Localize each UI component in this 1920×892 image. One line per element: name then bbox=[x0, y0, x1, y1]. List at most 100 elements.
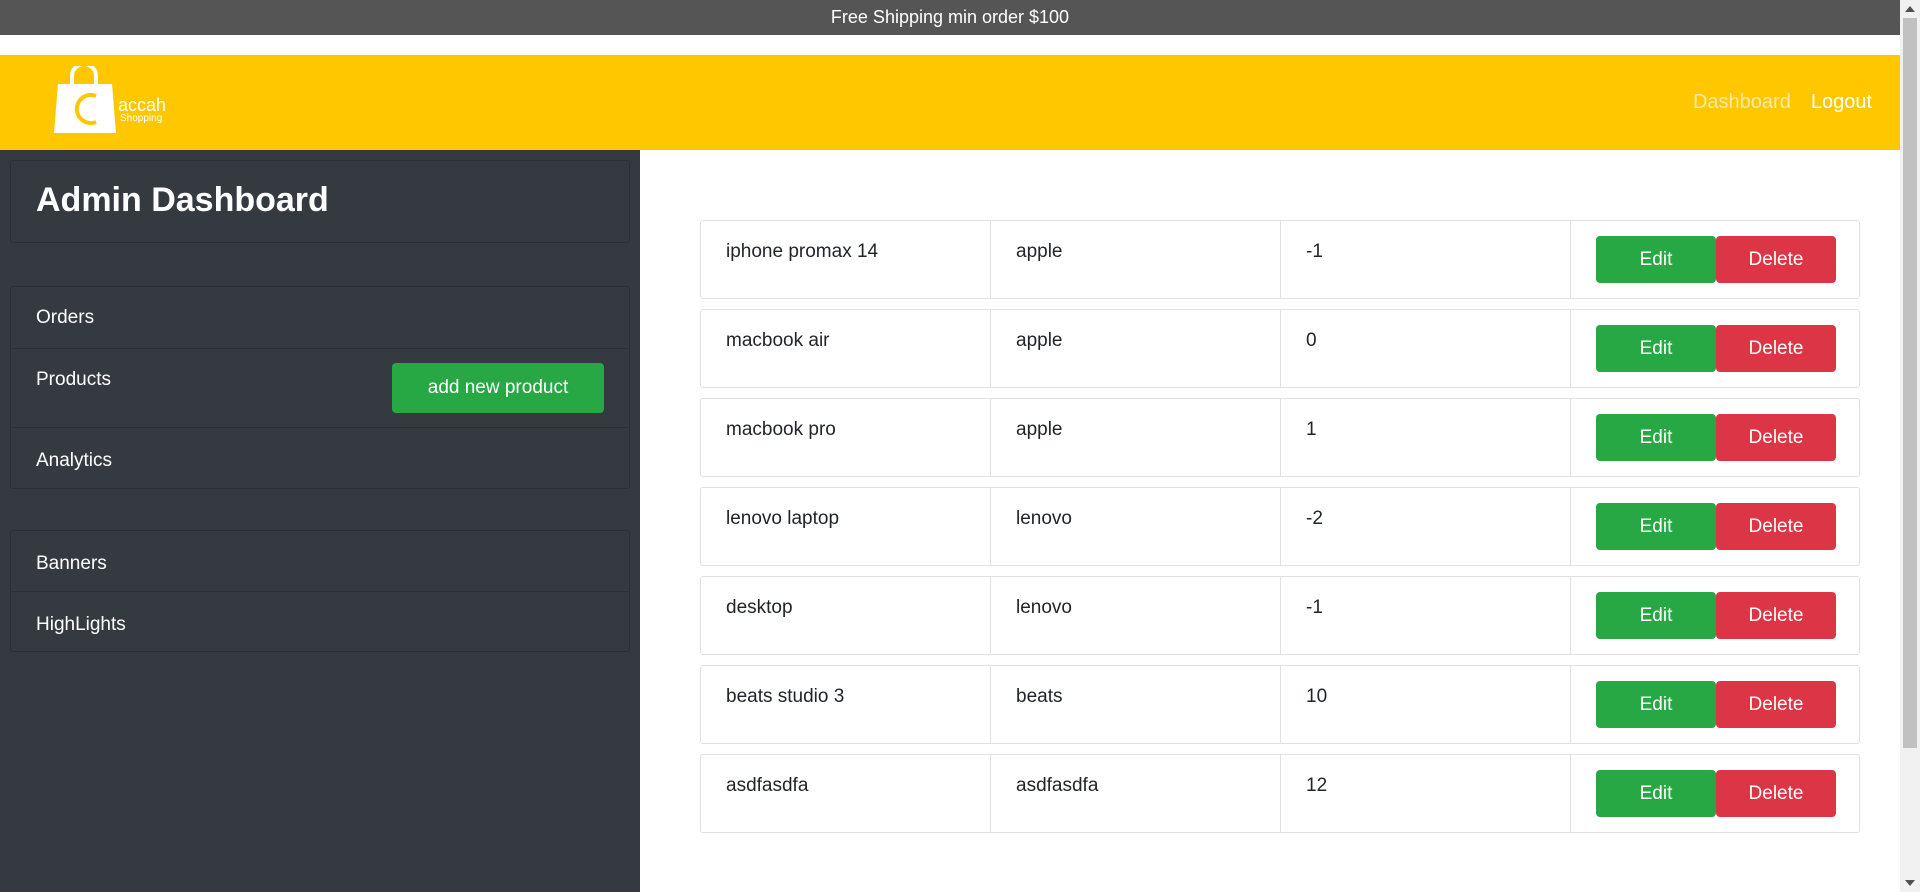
product-name: macbook air bbox=[726, 330, 830, 351]
product-row: lenovo laptop lenovo -2 Edit Delete bbox=[700, 487, 1860, 566]
product-brand: apple bbox=[1016, 419, 1063, 440]
add-product-button[interactable]: add new product bbox=[392, 363, 604, 413]
product-name-cell: beats studio 3 bbox=[701, 666, 991, 743]
brand-logo[interactable]: accah Shopping bbox=[52, 66, 182, 136]
product-name-cell: iphone promax 14 bbox=[701, 221, 991, 298]
edit-button[interactable]: Edit bbox=[1596, 325, 1716, 372]
sidebar-item-label: Banners bbox=[36, 553, 107, 574]
page-title: Admin Dashboard bbox=[36, 181, 329, 219]
sidebar-item-products[interactable]: Products add new product bbox=[11, 349, 629, 428]
product-brand-cell: lenovo bbox=[991, 488, 1281, 565]
sidebar-group-content: Banners HighLights bbox=[10, 530, 630, 652]
vertical-scrollbar[interactable] bbox=[1900, 0, 1920, 892]
product-name-cell: desktop bbox=[701, 577, 991, 654]
brand-tagline: Shopping bbox=[120, 113, 163, 124]
edit-button[interactable]: Edit bbox=[1596, 414, 1716, 461]
delete-button[interactable]: Delete bbox=[1716, 325, 1836, 372]
product-name: beats studio 3 bbox=[726, 686, 845, 707]
product-actions-cell: Edit Delete bbox=[1571, 666, 1859, 743]
edit-button[interactable]: Edit bbox=[1596, 681, 1716, 728]
product-brand-cell: beats bbox=[991, 666, 1281, 743]
product-brand: lenovo bbox=[1016, 508, 1072, 529]
nav-dashboard-link[interactable]: Dashboard bbox=[1693, 91, 1791, 114]
product-stock-cell: 12 bbox=[1281, 755, 1571, 832]
product-name-cell: lenovo laptop bbox=[701, 488, 991, 565]
sidebar-item-label: Analytics bbox=[36, 450, 113, 471]
product-stock-cell: 0 bbox=[1281, 310, 1571, 387]
product-name: desktop bbox=[726, 597, 793, 618]
product-stock-cell: -1 bbox=[1281, 221, 1571, 298]
product-brand-cell: asdfasdfa bbox=[991, 755, 1281, 832]
sidebar-item-highlights[interactable]: HighLights bbox=[11, 592, 629, 653]
delete-button[interactable]: Delete bbox=[1716, 681, 1836, 728]
product-stock: -1 bbox=[1306, 241, 1323, 262]
delete-button[interactable]: Delete bbox=[1716, 592, 1836, 639]
delete-button[interactable]: Delete bbox=[1716, 236, 1836, 283]
product-brand-cell: apple bbox=[991, 310, 1281, 387]
product-actions-cell: Edit Delete bbox=[1571, 755, 1859, 832]
product-brand: beats bbox=[1016, 686, 1063, 707]
spacer bbox=[0, 35, 1900, 55]
edit-button[interactable]: Edit bbox=[1596, 503, 1716, 550]
sidebar: Admin Dashboard Orders Products add new … bbox=[0, 150, 640, 892]
product-stock-cell: 1 bbox=[1281, 399, 1571, 476]
delete-button[interactable]: Delete bbox=[1716, 770, 1836, 817]
nav-logout-link[interactable]: Logout bbox=[1811, 91, 1872, 114]
product-actions-cell: Edit Delete bbox=[1571, 221, 1859, 298]
product-actions-cell: Edit Delete bbox=[1571, 488, 1859, 565]
product-brand: apple bbox=[1016, 241, 1063, 262]
sidebar-item-orders[interactable]: Orders bbox=[11, 287, 629, 349]
sidebar-item-label: HighLights bbox=[36, 614, 126, 635]
product-stock: 12 bbox=[1306, 775, 1328, 796]
delete-button[interactable]: Delete bbox=[1716, 414, 1836, 461]
brand-name: accah bbox=[118, 95, 167, 115]
product-row: iphone promax 14 apple -1 Edit Delete bbox=[700, 220, 1860, 299]
scroll-down-arrow-icon[interactable] bbox=[1905, 880, 1915, 886]
product-brand-cell: lenovo bbox=[991, 577, 1281, 654]
shopping-bag-icon bbox=[54, 66, 116, 133]
navbar: accah Shopping Dashboard Logout bbox=[0, 55, 1900, 150]
product-brand: lenovo bbox=[1016, 597, 1072, 618]
delete-button[interactable]: Delete bbox=[1716, 503, 1836, 550]
product-name-cell: macbook pro bbox=[701, 399, 991, 476]
edit-button[interactable]: Edit bbox=[1596, 236, 1716, 283]
product-stock: 0 bbox=[1306, 330, 1317, 351]
sidebar-item-analytics[interactable]: Analytics bbox=[11, 428, 629, 490]
product-stock: -1 bbox=[1306, 597, 1323, 618]
sidebar-item-banners[interactable]: Banners bbox=[11, 531, 629, 592]
product-row: beats studio 3 beats 10 Edit Delete bbox=[700, 665, 1860, 744]
product-brand-cell: apple bbox=[991, 399, 1281, 476]
product-actions-cell: Edit Delete bbox=[1571, 310, 1859, 387]
product-name: macbook pro bbox=[726, 419, 836, 440]
promo-banner: Free Shipping min order $100 bbox=[0, 0, 1900, 35]
product-name-cell: asdfasdfa bbox=[701, 755, 991, 832]
edit-button[interactable]: Edit bbox=[1596, 592, 1716, 639]
product-stock-cell: -2 bbox=[1281, 488, 1571, 565]
product-row: asdfasdfa asdfasdfa 12 Edit Delete bbox=[700, 754, 1860, 833]
sidebar-group-main: Orders Products add new product Analytic… bbox=[10, 286, 630, 489]
nav-links: Dashboard Logout bbox=[1693, 55, 1872, 150]
product-stock-cell: 10 bbox=[1281, 666, 1571, 743]
product-name-cell: macbook air bbox=[701, 310, 991, 387]
product-brand-cell: apple bbox=[991, 221, 1281, 298]
product-actions-cell: Edit Delete bbox=[1571, 577, 1859, 654]
product-row: desktop lenovo -1 Edit Delete bbox=[700, 576, 1860, 655]
sidebar-item-label: Products bbox=[36, 369, 111, 390]
product-actions-cell: Edit Delete bbox=[1571, 399, 1859, 476]
product-name: asdfasdfa bbox=[726, 775, 809, 796]
product-name: iphone promax 14 bbox=[726, 241, 879, 262]
product-name: lenovo laptop bbox=[726, 508, 840, 529]
product-stock: -2 bbox=[1306, 508, 1323, 529]
edit-button[interactable]: Edit bbox=[1596, 770, 1716, 817]
sidebar-title-card: Admin Dashboard bbox=[10, 160, 630, 243]
product-brand: apple bbox=[1016, 330, 1063, 351]
promo-text: Free Shipping min order $100 bbox=[830, 7, 1070, 27]
sidebar-item-label: Orders bbox=[36, 307, 95, 328]
product-stock-cell: -1 bbox=[1281, 577, 1571, 654]
product-brand: asdfasdfa bbox=[1016, 775, 1099, 796]
product-list: iphone promax 14 apple -1 Edit Delete ma… bbox=[640, 150, 1900, 892]
product-row: macbook pro apple 1 Edit Delete bbox=[700, 398, 1860, 477]
scroll-up-arrow-icon[interactable] bbox=[1905, 6, 1915, 12]
scrollbar-thumb[interactable] bbox=[1903, 18, 1917, 748]
product-row: macbook air apple 0 Edit Delete bbox=[700, 309, 1860, 388]
